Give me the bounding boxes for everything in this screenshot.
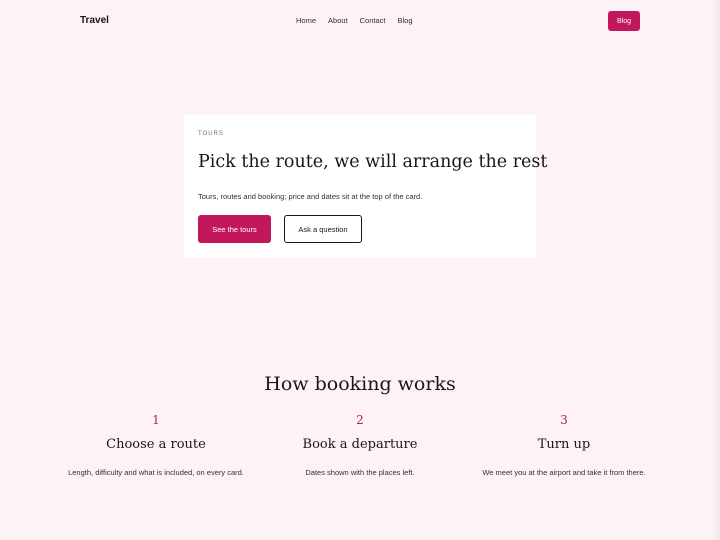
step-title: Turn up — [537, 437, 591, 452]
scrollbar-edge — [712, 0, 720, 540]
step-book-departure: 2 Book a departure Dates shown with the … — [260, 412, 460, 480]
step-number: 3 — [560, 413, 568, 427]
step-text: We meet you at the airport and take it f… — [482, 468, 646, 477]
step-text: Dates shown with the places left. — [305, 468, 415, 477]
nav-item-about[interactable]: About — [328, 16, 348, 25]
hero-title: Pick the route, we will arrange the rest — [198, 152, 548, 172]
step-turn-up: 3 Turn up We meet you at the airport and… — [464, 412, 664, 480]
brand-logo[interactable]: Travel — [80, 15, 109, 26]
main-nav: Home About Contact Blog — [296, 16, 413, 25]
ask-question-button[interactable]: Ask a question — [284, 215, 362, 243]
nav-item-blog[interactable]: Blog — [397, 16, 412, 25]
see-tours-button[interactable]: See the tours — [198, 215, 271, 243]
step-number: 1 — [152, 413, 160, 427]
nav-item-contact[interactable]: Contact — [360, 16, 386, 25]
hero-description: Tours, routes and booking; price and dat… — [198, 192, 423, 201]
hero-card: TOURS Pick the route, we will arrange th… — [184, 115, 547, 258]
step-number: 2 — [356, 413, 364, 427]
step-title: Book a departure — [302, 437, 418, 452]
page: Travel Home About Contact Blog Blog TOUR… — [0, 0, 720, 540]
nav-item-home[interactable]: Home — [296, 16, 316, 25]
step-title: Choose a route — [106, 437, 206, 452]
how-section-title: How booking works — [264, 373, 456, 395]
step-choose-route: 1 Choose a route Length, difficulty and … — [56, 412, 256, 480]
hero-eyebrow: TOURS — [198, 131, 224, 137]
step-text: Length, difficulty and what is included,… — [68, 468, 244, 477]
header-blog-button[interactable]: Blog — [608, 11, 640, 31]
